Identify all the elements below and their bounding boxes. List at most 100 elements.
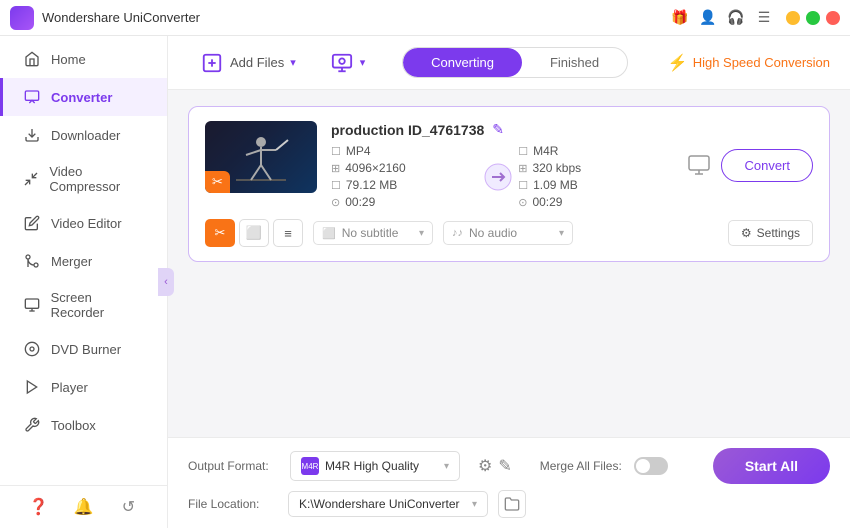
format-icons: ⚙ ✎ xyxy=(478,456,512,476)
sidebar-label-merger: Merger xyxy=(51,254,92,269)
tab-converting[interactable]: Converting xyxy=(403,48,522,77)
settings-button[interactable]: ⚙ Settings xyxy=(728,220,813,246)
file-card: ✂ production ID_4761738 ✎ xyxy=(188,106,830,262)
audio-caret: ▾ xyxy=(559,228,564,239)
notification-icon[interactable]: 🔔 xyxy=(73,496,95,518)
gift-icon[interactable]: 🎁 xyxy=(670,8,690,28)
sidebar-label-downloader: Downloader xyxy=(51,128,120,143)
crop-button[interactable]: ⬜ xyxy=(239,219,269,247)
tab-finished[interactable]: Finished xyxy=(522,48,627,77)
sidebar-item-dvd-burner[interactable]: DVD Burner xyxy=(0,330,167,368)
maximize-button[interactable] xyxy=(806,11,820,25)
target-size-row: ☐ 1.09 MB xyxy=(518,178,665,192)
sidebar-item-merger[interactable]: Merger xyxy=(0,242,167,280)
format-icon: ☐ xyxy=(331,145,341,158)
refresh-icon[interactable]: ↺ xyxy=(118,496,140,518)
meta-target: ☐ M4R ⊞ 320 kbps ☐ 1.09 MB xyxy=(518,144,665,209)
target-format-row: ☐ M4R xyxy=(518,144,665,158)
meta-source: ☐ MP4 ⊞ 4096×2160 ☐ 79.12 MB xyxy=(331,144,478,209)
file-location-label: File Location: xyxy=(188,497,278,511)
arrow-col xyxy=(478,163,518,191)
media-icons xyxy=(687,153,711,177)
audio-icon: ♪♪ xyxy=(452,227,463,239)
minimize-button[interactable] xyxy=(786,11,800,25)
sidebar-label-toolbox: Toolbox xyxy=(51,418,96,433)
add-btn-caret: ▾ xyxy=(360,56,366,69)
toolbox-icon xyxy=(23,416,41,434)
convert-button[interactable]: Convert xyxy=(721,149,813,182)
output-format-label: Output Format: xyxy=(188,459,278,473)
format-settings-icon[interactable]: ⚙ xyxy=(478,456,492,476)
start-all-button[interactable]: Start All xyxy=(713,448,830,484)
sidebar-item-toolbox[interactable]: Toolbox xyxy=(0,406,167,444)
sidebar-toggle[interactable]: ‹ xyxy=(158,268,174,296)
speed-icon: ⚡ xyxy=(668,53,688,73)
converter-icon xyxy=(23,88,41,106)
settings-icon: ⚙ xyxy=(741,226,752,240)
speed-label: High Speed Conversion xyxy=(693,55,830,70)
file-info: production ID_4761738 ✎ ☐ MP4 xyxy=(331,121,665,209)
top-toolbar: Add Files ▾ ▾ Converting Finished ⚡ High… xyxy=(168,36,850,90)
sidebar-item-video-compressor[interactable]: Video Compressor xyxy=(0,154,167,204)
player-icon xyxy=(23,378,41,396)
add-screen-icon xyxy=(330,51,354,75)
menu-icon[interactable]: ☰ xyxy=(754,8,774,28)
sidebar-label-video-compressor: Video Compressor xyxy=(49,164,147,194)
location-caret: ▾ xyxy=(472,499,477,510)
sidebar-item-downloader[interactable]: Downloader xyxy=(0,116,167,154)
title-bar: Wondershare UniConverter 🎁 👤 🎧 ☰ xyxy=(0,0,850,36)
add-screen-button[interactable]: ▾ xyxy=(318,44,378,82)
source-duration-row: ⊙ 00:29 xyxy=(331,195,478,209)
file-edit-icon[interactable]: ✎ xyxy=(492,121,504,138)
sidebar-item-screen-recorder[interactable]: Screen Recorder xyxy=(0,280,167,330)
file-location-select[interactable]: K:\Wondershare UniConverter ▾ xyxy=(288,491,488,517)
sidebar-label-player: Player xyxy=(51,380,88,395)
source-resolution-row: ⊞ 4096×2160 xyxy=(331,161,478,175)
bitrate-icon: ⊞ xyxy=(518,162,527,175)
home-icon xyxy=(23,50,41,68)
target-bitrate-row: ⊞ 320 kbps xyxy=(518,161,665,175)
browse-folder-button[interactable] xyxy=(498,490,526,518)
sidebar-label-home: Home xyxy=(51,52,86,67)
user-icon[interactable]: 👤 xyxy=(698,8,718,28)
tab-group: Converting Finished xyxy=(402,47,628,78)
media-icon xyxy=(687,153,711,177)
help-icon[interactable]: ❓ xyxy=(28,496,50,518)
output-format-select[interactable]: M4R M4R High Quality ▾ xyxy=(290,451,460,481)
add-files-icon xyxy=(200,51,224,75)
source-size: 79.12 MB xyxy=(346,178,397,192)
target-duration-icon: ⊙ xyxy=(518,196,527,209)
file-area: ✂ production ID_4761738 ✎ xyxy=(168,90,850,437)
source-format-row: ☐ MP4 xyxy=(331,144,478,158)
format-edit-icon[interactable]: ✎ xyxy=(498,456,511,476)
file-thumbnail: ✂ xyxy=(205,121,317,193)
sidebar-item-converter[interactable]: Converter xyxy=(0,78,167,116)
speed-conversion[interactable]: ⚡ High Speed Conversion xyxy=(668,53,830,73)
file-card-bottom: ✂ ⬜ ≡ ⬜ No subtitle ▾ ♪♪ No audio ▾ xyxy=(205,219,813,247)
headset-icon[interactable]: 🎧 xyxy=(726,8,746,28)
subtitle-select[interactable]: ⬜ No subtitle ▾ xyxy=(313,221,433,245)
target-size-icon: ☐ xyxy=(518,179,528,192)
size-icon: ☐ xyxy=(331,179,341,192)
duration-icon: ⊙ xyxy=(331,196,340,209)
location-value: K:\Wondershare UniConverter xyxy=(299,497,466,511)
arrow-icon xyxy=(484,163,512,191)
effects-button[interactable]: ≡ xyxy=(273,219,303,247)
cut-button[interactable]: ✂ xyxy=(205,219,235,247)
file-card-top: ✂ production ID_4761738 ✎ xyxy=(205,121,813,209)
close-button[interactable] xyxy=(826,11,840,25)
sidebar-label-dvd-burner: DVD Burner xyxy=(51,342,121,357)
sidebar-item-home[interactable]: Home xyxy=(0,40,167,78)
sidebar-item-video-editor[interactable]: Video Editor xyxy=(0,204,167,242)
audio-select[interactable]: ♪♪ No audio ▾ xyxy=(443,221,573,245)
content-area: Add Files ▾ ▾ Converting Finished ⚡ High… xyxy=(168,36,850,528)
target-format: M4R xyxy=(533,144,558,158)
merge-toggle[interactable] xyxy=(634,457,668,475)
file-location-row: File Location: K:\Wondershare UniConvert… xyxy=(188,490,830,518)
sidebar-label-screen-recorder: Screen Recorder xyxy=(51,290,147,320)
resolution-icon: ⊞ xyxy=(331,162,340,175)
sidebar-item-player[interactable]: Player xyxy=(0,368,167,406)
add-files-button[interactable]: Add Files ▾ xyxy=(188,44,308,82)
title-bar-controls: 🎁 👤 🎧 ☰ xyxy=(670,8,840,28)
add-files-caret: ▾ xyxy=(290,56,296,69)
